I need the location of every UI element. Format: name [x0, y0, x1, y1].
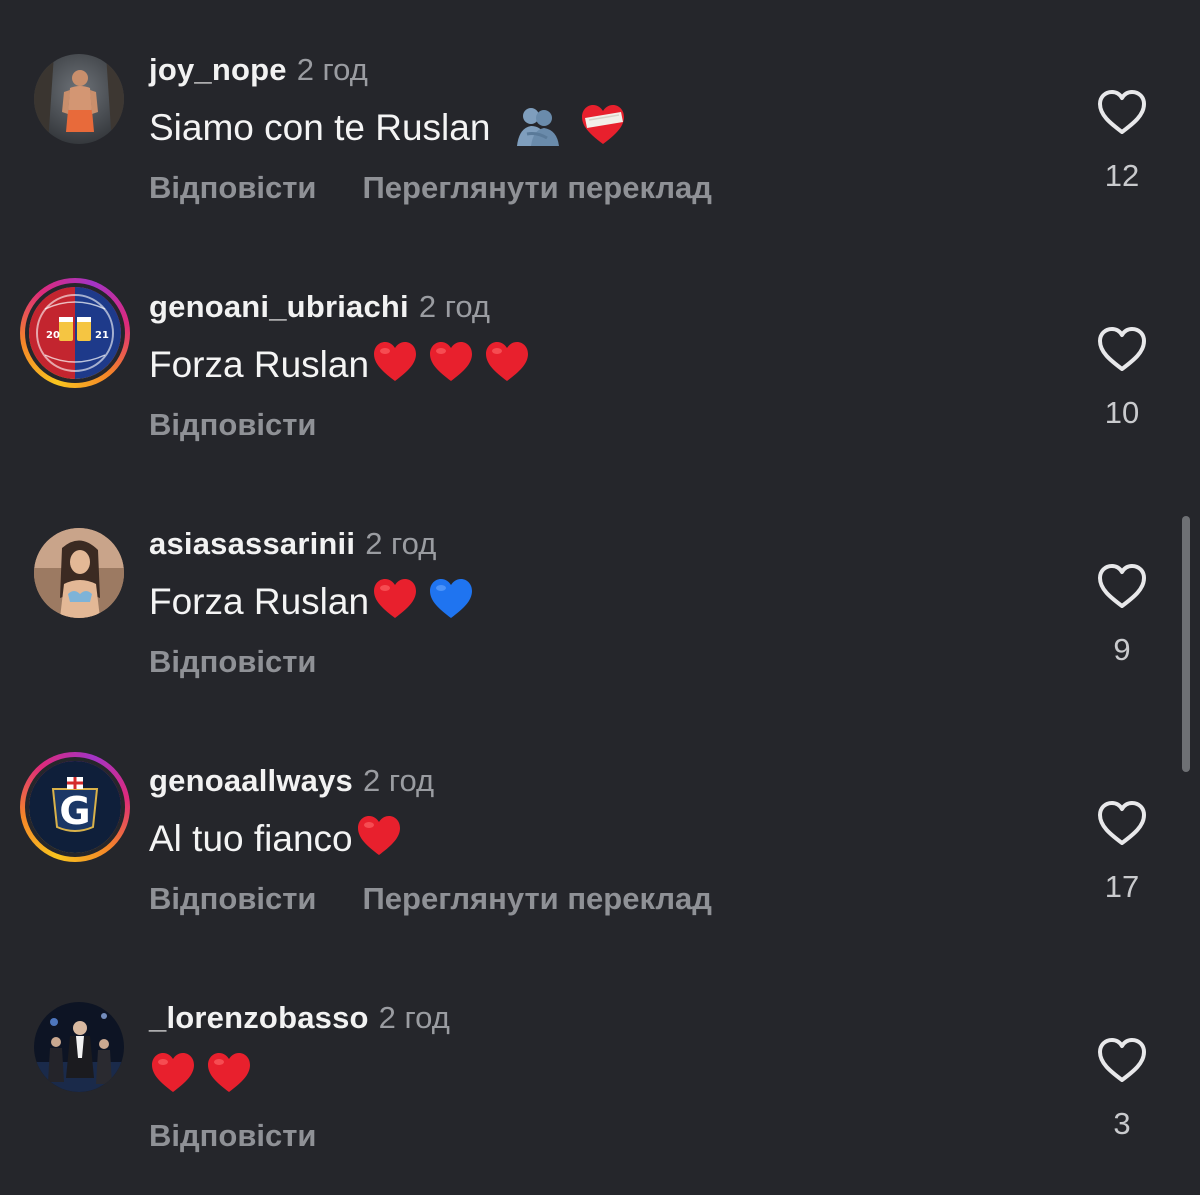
heart-outline-icon — [1098, 1038, 1146, 1082]
comment-header: asiasassarinii 2 год — [149, 526, 436, 562]
reply-button[interactable]: Відповісти — [149, 881, 317, 916]
comment-actions: Відповісти — [149, 1118, 317, 1154]
g-logo-avatar: G — [29, 761, 121, 853]
heart-outline-icon — [1098, 90, 1146, 134]
comment-text: Forza Ruslan — [149, 339, 531, 388]
red-heart-emoji — [371, 576, 419, 622]
timestamp: 2 год — [378, 1000, 450, 1035]
comment-item: G genoaallways 2 год Al tuo fianco Відпов… — [0, 711, 1200, 916]
scrollbar[interactable] — [1182, 516, 1190, 772]
like-button[interactable] — [1096, 562, 1148, 610]
username[interactable]: asiasassarinii — [149, 526, 355, 561]
red-heart-emoji — [427, 339, 475, 385]
comment-header: _lorenzobasso 2 год — [149, 1000, 450, 1036]
timestamp: 2 год — [296, 52, 368, 87]
red-heart-emoji — [205, 1050, 253, 1096]
avatar[interactable] — [34, 528, 124, 618]
logo-year-right: 21 — [95, 330, 109, 341]
comment-item: _lorenzobasso 2 год Відповісти 3 — [0, 948, 1200, 1153]
blue-heart-emoji — [427, 576, 475, 622]
reply-button[interactable]: Відповісти — [149, 170, 317, 205]
comment-item: 20 21 genoani_ubriachi 2 год Forza Ruslan… — [0, 237, 1200, 442]
avatar-with-story-ring[interactable]: G — [20, 752, 130, 862]
heart-outline-icon — [1098, 564, 1146, 608]
red-heart-emoji — [149, 1050, 197, 1096]
comment-body: Al tuo fianco — [149, 818, 353, 859]
photo-avatar-night — [34, 1002, 124, 1092]
reply-button[interactable]: Відповісти — [149, 1118, 317, 1153]
comments-screen: joy_nope 2 год Siamo con te Ruslan Відпо… — [0, 0, 1200, 1195]
mending-heart-emoji — [579, 102, 627, 148]
like-count: 3 — [1113, 1106, 1131, 1141]
see-translation-button[interactable]: Переглянути переклад — [363, 881, 712, 916]
like-button[interactable] — [1096, 88, 1148, 136]
heart-outline-icon — [1098, 801, 1146, 845]
red-heart-emoji — [355, 813, 403, 859]
comment-body: Siamo con te Ruslan — [149, 107, 491, 148]
logo-letter: G — [59, 789, 90, 833]
people-hugging-emoji — [513, 102, 561, 148]
comment-text: Al tuo fianco — [149, 813, 403, 862]
like-button[interactable] — [1096, 1036, 1148, 1084]
comment-actions: Відповісти Переглянути переклад — [149, 881, 712, 917]
comment-body: Forza Ruslan — [149, 581, 370, 622]
username[interactable]: genoaallways — [149, 763, 353, 798]
like-count: 12 — [1104, 158, 1140, 193]
comment-header: genoani_ubriachi 2 год — [149, 289, 490, 325]
like-button[interactable] — [1096, 325, 1148, 373]
avatar[interactable] — [34, 54, 124, 144]
photo-avatar-beach — [34, 54, 124, 144]
username[interactable]: genoani_ubriachi — [149, 289, 409, 324]
comment-actions: Відповісти — [149, 407, 317, 443]
comment-item: joy_nope 2 год Siamo con te Ruslan Відпо… — [0, 0, 1200, 205]
comment-header: genoaallways 2 год — [149, 763, 434, 799]
avatar[interactable] — [34, 1002, 124, 1092]
see-translation-button[interactable]: Переглянути переклад — [363, 170, 712, 205]
reply-button[interactable]: Відповісти — [149, 407, 317, 442]
like-count: 10 — [1104, 395, 1140, 430]
red-heart-emoji — [483, 339, 531, 385]
username[interactable]: _lorenzobasso — [149, 1000, 369, 1035]
photo-avatar-woman — [34, 528, 124, 618]
reply-button[interactable]: Відповісти — [149, 644, 317, 679]
timestamp: 2 год — [365, 526, 437, 561]
like-count: 17 — [1104, 869, 1140, 904]
red-heart-emoji — [371, 339, 419, 385]
like-button[interactable] — [1096, 799, 1148, 847]
comment-actions: Відповісти — [149, 644, 317, 680]
comment-actions: Відповісти Переглянути переклад — [149, 170, 712, 206]
username[interactable]: joy_nope — [149, 52, 287, 87]
comment-text: Siamo con te Ruslan — [149, 102, 627, 151]
comment-item: asiasassarinii 2 год Forza Ruslan Відпові… — [0, 474, 1200, 679]
avatar-with-story-ring[interactable]: 20 21 — [20, 278, 130, 388]
logo-year-left: 20 — [46, 330, 60, 341]
comment-body: Forza Ruslan — [149, 344, 370, 385]
timestamp: 2 год — [363, 763, 435, 798]
comment-text: Forza Ruslan — [149, 576, 475, 625]
club-logo-avatar: 20 21 — [29, 287, 121, 379]
comment-header: joy_nope 2 год — [149, 52, 368, 88]
timestamp: 2 год — [418, 289, 490, 324]
like-count: 9 — [1113, 632, 1131, 667]
comment-text — [149, 1050, 253, 1099]
heart-outline-icon — [1098, 327, 1146, 371]
